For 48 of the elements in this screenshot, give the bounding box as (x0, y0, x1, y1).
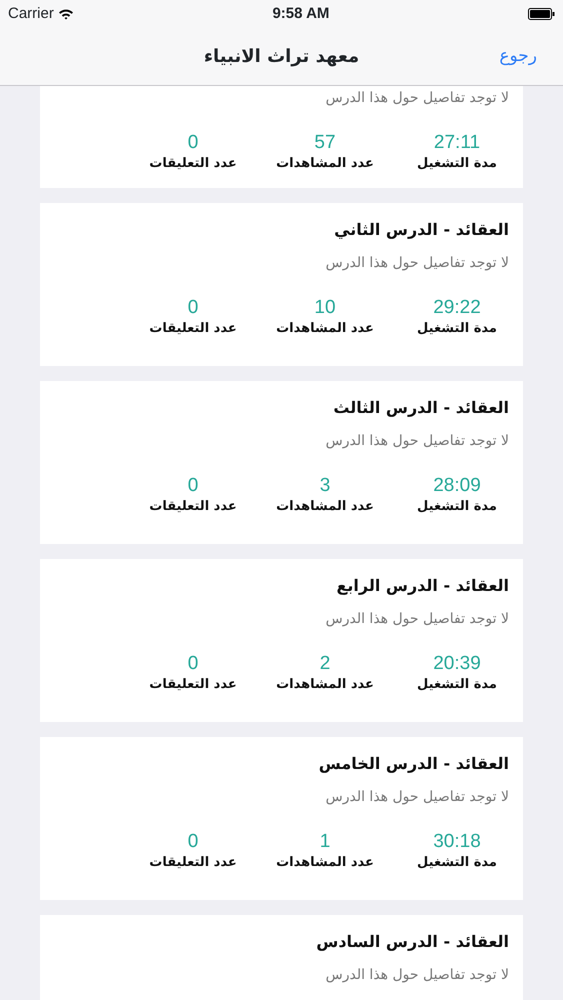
lesson-title: العقائد - الدرس الخامس (318, 753, 509, 775)
duration-value: 29:22 (432, 297, 482, 319)
lesson-description: لا توجد تفاصيل حول هذا الدرس (324, 89, 509, 108)
battery-icon (528, 8, 555, 20)
comments-label: عدد التعليقات (148, 676, 238, 694)
lesson-description: لا توجد تفاصيل حول هذا الدرس (324, 610, 509, 629)
wifi-icon (58, 8, 74, 20)
duration-value: 30:18 (432, 831, 482, 853)
views-count: 10 (313, 297, 337, 319)
comments-count: 0 (186, 831, 200, 853)
views-label: عدد المشاهدات (275, 498, 375, 516)
duration-label: مدة التشغيل (416, 676, 498, 694)
comments-count: 0 (186, 132, 200, 154)
status-time: 9:58 AM (272, 4, 330, 24)
views-count: 3 (318, 475, 332, 497)
duration-label: مدة التشغيل (416, 320, 498, 338)
lesson-title: العقائد - الدرس الثالث (332, 397, 509, 419)
lesson-description: لا توجد تفاصيل حول هذا الدرس (324, 432, 509, 451)
views-count: 1 (318, 831, 332, 853)
duration-label: مدة التشغيل (416, 155, 498, 173)
duration-label: مدة التشغيل (416, 854, 498, 872)
comments-label: عدد التعليقات (148, 155, 238, 173)
nav-title: معهد تراث الانبياء (204, 45, 360, 69)
back-link[interactable]: رجوع (499, 44, 537, 70)
views-label: عدد المشاهدات (275, 854, 375, 872)
lesson-title: العقائد - الدرس السادس (315, 931, 509, 953)
duration-value: 20:39 (432, 653, 482, 675)
lesson-description: لا توجد تفاصيل حول هذا الدرس (324, 254, 509, 273)
duration-value: 28:09 (432, 475, 482, 497)
views-label: عدد المشاهدات (275, 676, 375, 694)
duration-value: 27:11 (432, 132, 482, 154)
comments-label: عدد التعليقات (148, 498, 238, 516)
lesson-title: العقائد - الدرس الرابع (335, 575, 509, 597)
comments-count: 0 (186, 475, 200, 497)
views-label: عدد المشاهدات (275, 320, 375, 338)
lesson-description: لا توجد تفاصيل حول هذا الدرس (324, 966, 509, 985)
lesson-card[interactable]: العقائد - الدرس السادس لا توجد تفاصيل حول هذا الدرس (40, 915, 523, 1000)
lesson-title: العقائد - الدرس الثاني (333, 219, 509, 241)
views-label: عدد المشاهدات (275, 155, 375, 173)
carrier-name: Carrier (8, 4, 54, 24)
comments-label: عدد التعليقات (148, 320, 238, 338)
comments-label: عدد التعليقات (148, 854, 238, 872)
comments-count: 0 (186, 653, 200, 675)
views-count: 2 (318, 653, 332, 675)
lesson-description: لا توجد تفاصيل حول هذا الدرس (324, 788, 509, 807)
comments-count: 0 (186, 297, 200, 319)
views-count: 57 (313, 132, 337, 154)
duration-label: مدة التشغيل (416, 498, 498, 516)
